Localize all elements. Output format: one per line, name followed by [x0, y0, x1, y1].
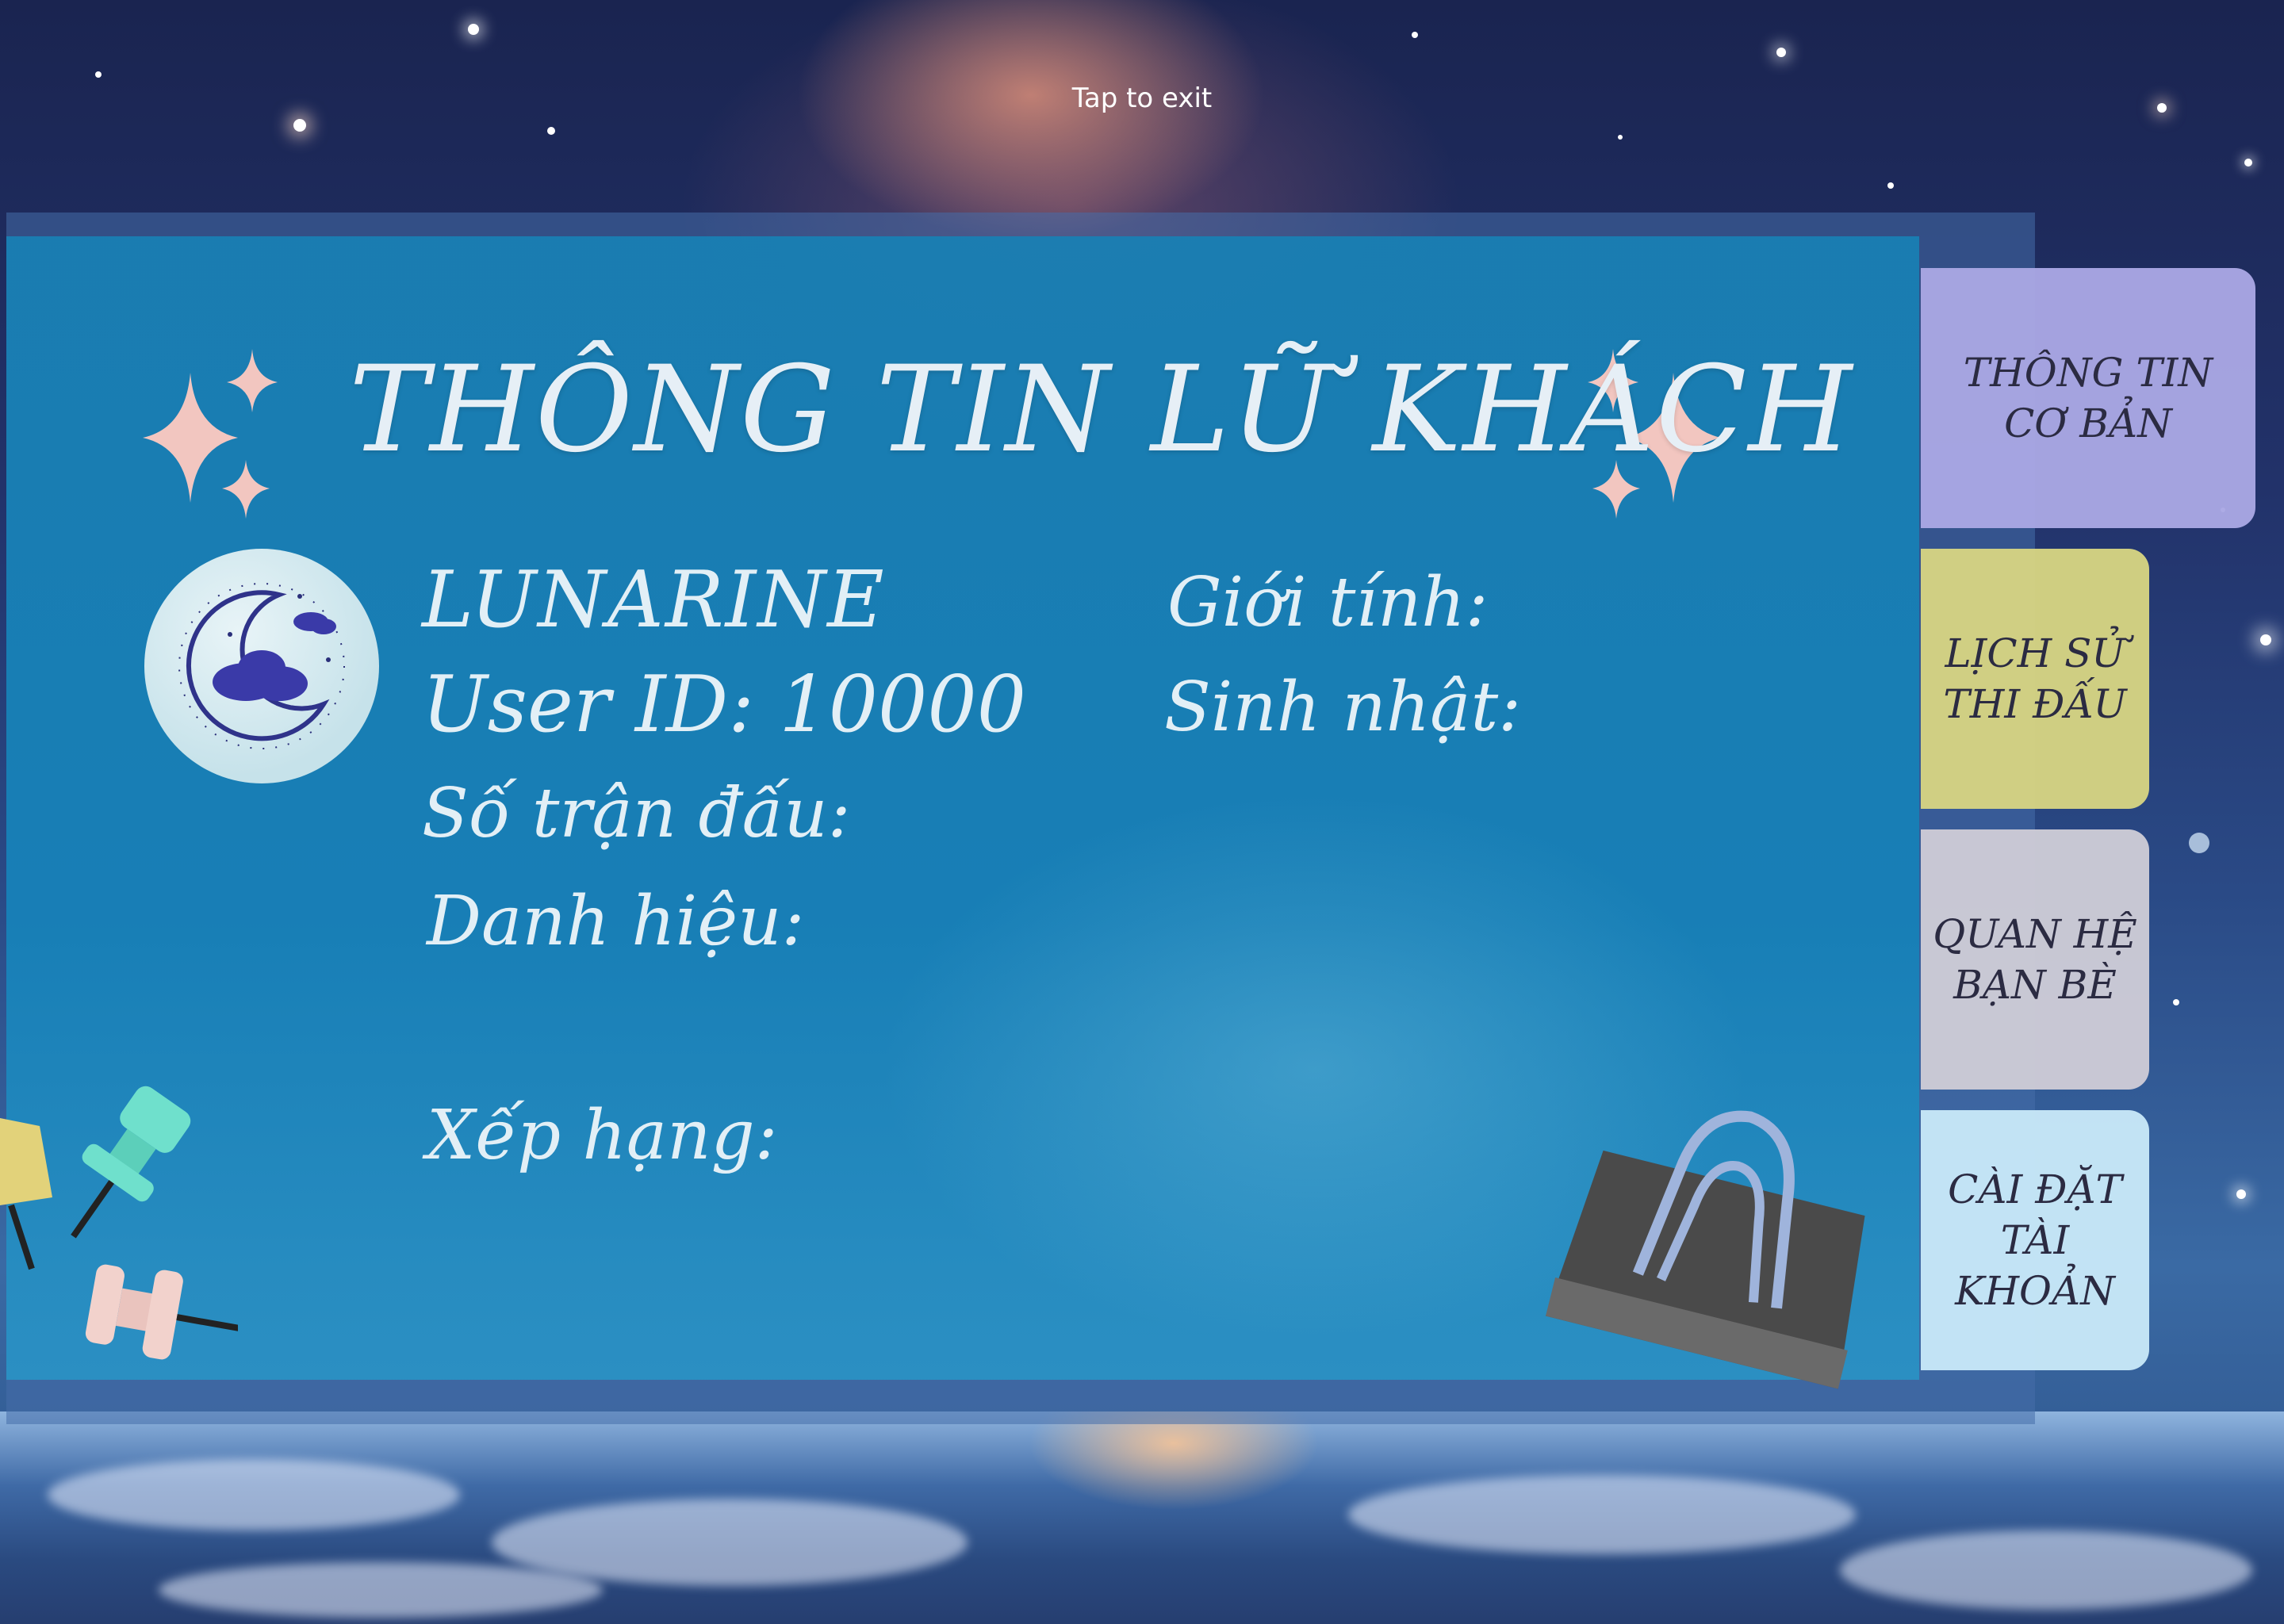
avatar[interactable]: [144, 549, 379, 783]
tab-friends[interactable]: QUAN HỆ BẠN BÈ: [1921, 829, 2149, 1090]
title-label: Danh hiệu:: [427, 882, 805, 961]
username: LUNARINE: [422, 555, 886, 645]
ocean-horizon: [0, 1411, 2284, 1624]
matches-label: Số trận đấu:: [422, 774, 851, 853]
sparkle-icon: [143, 349, 278, 519]
pushpin-icon: [0, 1086, 238, 1360]
user-id: User ID: 10000: [422, 660, 1027, 750]
birthday-label: Sinh nhật:: [1164, 668, 1522, 747]
gender-label: Giới tính:: [1167, 563, 1489, 642]
tab-account-settings[interactable]: CÀI ĐẶT TÀI KHOẢN: [1921, 1110, 2149, 1370]
moon-cloud-icon: [178, 583, 345, 749]
tab-match-history[interactable]: LỊCH SỬ THI ĐẤU: [1921, 549, 2149, 809]
page-title: THÔNG TIN LỮ KHÁCH: [349, 341, 1854, 479]
rank-label: Xếp hạng:: [427, 1096, 778, 1175]
tap-to-exit-hint[interactable]: Tap to exit: [983, 82, 1301, 114]
binder-clip-icon: [1546, 1110, 1865, 1389]
tab-basic-info[interactable]: THÔNG TIN CƠ BẢN: [1921, 268, 2255, 528]
